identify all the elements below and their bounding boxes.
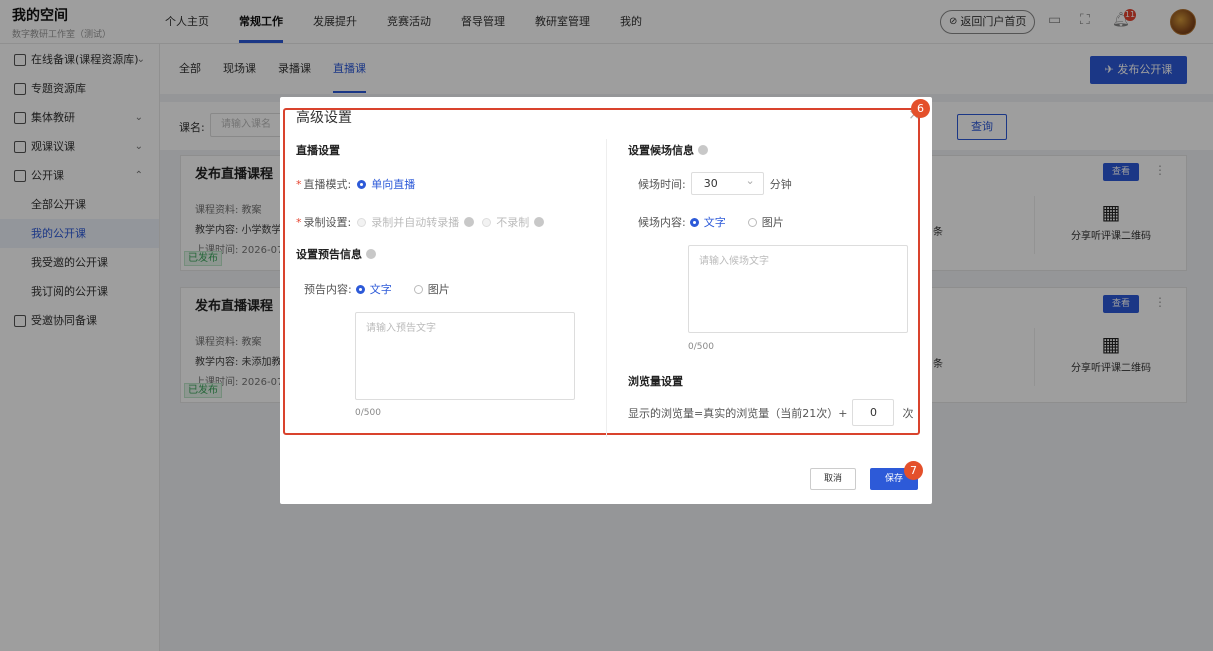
live-mode-row: * 直播模式: 单向直播	[296, 176, 437, 192]
option-label: 不录制	[496, 216, 530, 229]
select-value: 30	[703, 177, 718, 190]
help-icon[interactable]	[464, 217, 475, 227]
preview-text-area[interactable]: 请输入预告文字	[355, 312, 575, 400]
waiting-text-area[interactable]: 请输入候场文字	[688, 245, 908, 333]
step-marker: 7	[904, 461, 923, 480]
option-label: 文字	[369, 283, 392, 296]
preview-settings-heading: 设置预告信息	[296, 246, 376, 262]
waiting-counter: 0/500	[688, 342, 714, 352]
waiting-settings-heading: 设置候场信息	[628, 142, 708, 158]
views-unit: 次	[902, 406, 914, 420]
time-unit: 分钟	[769, 177, 792, 191]
radio-checked-icon	[357, 179, 367, 189]
option-label: 图片	[761, 216, 784, 229]
advanced-settings-dialog: 高级设置 × 6 直播设置 * 直播模式: 单向直播 * 录制设置: 录制并自动…	[280, 97, 932, 504]
preview-text-option[interactable]: 文字	[355, 281, 392, 297]
help-icon[interactable]	[534, 217, 545, 227]
radio-icon	[747, 217, 757, 227]
section-heading-text: 设置预告信息	[296, 248, 362, 261]
divider	[606, 139, 607, 437]
waiting-text-option[interactable]: 文字	[689, 214, 726, 230]
cancel-button[interactable]: 取消	[810, 468, 856, 490]
live-mode-option[interactable]: 单向直播	[357, 176, 415, 192]
radio-icon	[482, 217, 492, 227]
waiting-time-row: 候场时间: 30 分钟	[638, 170, 792, 195]
waiting-time-label: 候场时间:	[638, 177, 686, 191]
preview-content-row: 预告内容: 文字 图片	[304, 281, 472, 297]
option-label: 录制并自动转录播	[371, 216, 460, 229]
help-icon[interactable]	[366, 249, 376, 259]
section-heading-text: 浏览量设置	[628, 375, 683, 388]
waiting-time-select[interactable]: 30	[690, 170, 764, 195]
option-label: 文字	[703, 216, 726, 229]
record-setting-row: * 录制设置: 录制并自动转录播 不录制	[296, 214, 566, 230]
radio-checked-icon	[689, 217, 699, 227]
section-heading-text: 直播设置	[296, 144, 340, 157]
preview-counter: 0/500	[355, 408, 381, 418]
waiting-content-label: 候场内容:	[638, 216, 686, 229]
views-formula: 显示的浏览量=真实的浏览量（当前21次）+	[628, 406, 848, 420]
radio-icon	[357, 217, 367, 227]
step-marker: 6	[911, 99, 930, 118]
waiting-content-row: 候场内容: 文字 图片	[638, 214, 806, 230]
section-heading-text: 设置候场信息	[628, 144, 694, 157]
live-mode-label: 直播模式:	[303, 178, 352, 191]
record-setting-label: 录制设置:	[303, 216, 352, 229]
option-label: 单向直播	[371, 178, 416, 191]
record-auto-option[interactable]: 录制并自动转录播	[357, 214, 475, 230]
views-settings-heading: 浏览量设置	[628, 373, 683, 389]
required-mark: *	[296, 215, 302, 229]
help-icon[interactable]	[698, 145, 708, 155]
preview-image-option[interactable]: 图片	[413, 281, 450, 297]
option-label: 图片	[427, 283, 450, 296]
views-row: 显示的浏览量=真实的浏览量（当前21次）+ 0 次	[628, 399, 913, 426]
record-none-option[interactable]: 不录制	[482, 214, 545, 230]
required-mark: *	[296, 177, 302, 191]
views-extra-input[interactable]: 0	[852, 399, 895, 426]
live-settings-heading: 直播设置	[296, 142, 340, 158]
waiting-image-option[interactable]: 图片	[747, 214, 784, 230]
preview-content-label: 预告内容:	[304, 283, 352, 296]
radio-icon	[413, 284, 423, 294]
radio-checked-icon	[355, 284, 365, 294]
